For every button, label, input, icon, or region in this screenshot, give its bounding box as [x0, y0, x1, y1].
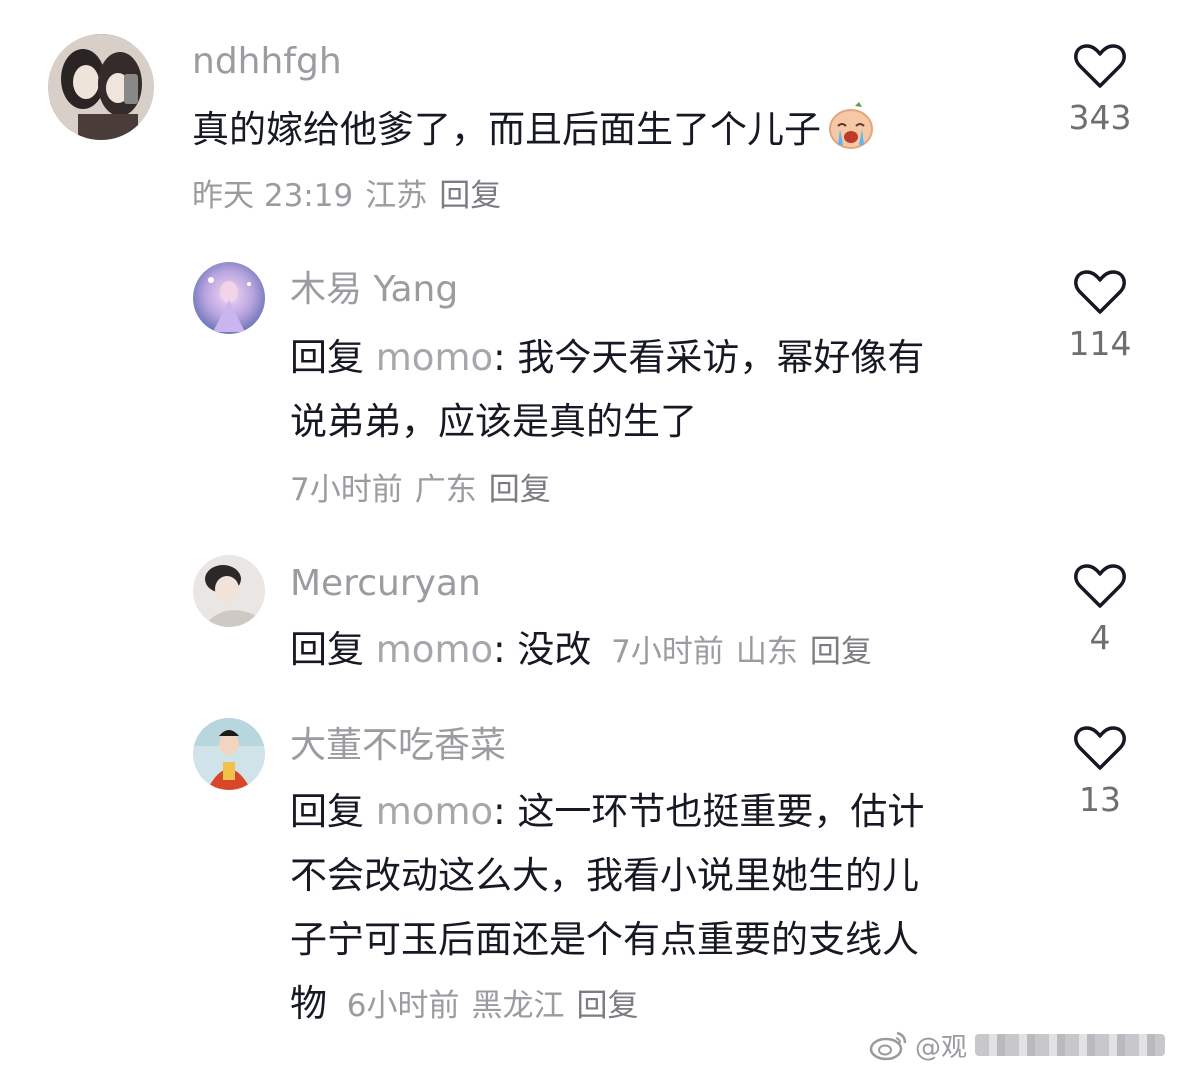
watermark-text: @观 [914, 1032, 967, 1063]
like-count: 343 [1068, 98, 1132, 137]
like-button[interactable]: 343 [1050, 42, 1150, 138]
mention-separator: : [493, 628, 518, 671]
weibo-logo-icon [869, 1031, 907, 1061]
comment-username[interactable]: Mercuryan [290, 562, 481, 606]
reply-prefix: 回复 [290, 336, 364, 379]
comment-time: 昨天 23:19 [192, 178, 354, 214]
mention-link[interactable]: momo [376, 628, 493, 671]
avatar[interactable] [48, 34, 154, 140]
comment-meta: 7小时前 广东 回复 [290, 470, 563, 510]
comment-body: 我今天看采访，幂好像有 [517, 336, 925, 379]
watermark: @观 [869, 1028, 1165, 1063]
crying-face-sticker-icon [825, 100, 877, 152]
like-count: 13 [1079, 780, 1121, 819]
like-count: 114 [1068, 324, 1132, 363]
mention-separator: : [493, 336, 518, 379]
comment-location: 江苏 [365, 178, 428, 214]
comment-location: 广东 [414, 472, 477, 508]
comment-username[interactable]: 大董不吃香菜 [290, 724, 506, 768]
avatar-photo [48, 34, 154, 140]
comment-meta: 昨天 23:19 江苏 回复 [192, 176, 513, 216]
comment-body: 真的嫁给他爹了，而且后面生了个儿子 [192, 108, 821, 151]
reply-button[interactable]: 回复 [577, 988, 639, 1024]
heart-icon [1074, 564, 1126, 608]
comment-meta: 7小时前 山东 回复 [611, 634, 884, 670]
like-count: 4 [1089, 618, 1111, 657]
avatar-photo [193, 555, 265, 627]
comment-body: 这一环节也挺重要，估计 [517, 790, 925, 833]
avatar[interactable] [193, 262, 265, 334]
like-button[interactable]: 4 [1050, 562, 1150, 658]
reply-button[interactable]: 回复 [810, 634, 872, 670]
comment-text: 回复 momo: 我今天看采访，幂好像有 说弟弟，应该是真的生了 [290, 326, 1010, 454]
comment-line: 说弟弟，应该是真的生了 [290, 400, 697, 443]
comment-text: 真的嫁给他爹了，而且后面生了个儿子 [192, 98, 1012, 162]
comment-location: 山东 [735, 634, 798, 670]
comment-location: 黑龙江 [471, 988, 565, 1024]
comment-username[interactable]: ndhhfgh [192, 40, 342, 84]
comment-line: 不会改动这么大，我看小说里她生的儿 [290, 854, 919, 897]
comment-text: 回复 momo: 这一环节也挺重要，估计 不会改动这么大，我看小说里她生的儿 子… [290, 780, 1030, 1038]
reply-prefix: 回复 [290, 628, 364, 671]
reply-prefix: 回复 [290, 790, 364, 833]
comment-meta: 6小时前 黑龙江 回复 [347, 988, 651, 1024]
comment-time: 6小时前 [346, 988, 460, 1024]
heart-icon [1074, 44, 1126, 88]
mention-link[interactable]: momo [376, 790, 493, 833]
comment-time: 7小时前 [611, 634, 724, 670]
comment-line: 回复 momo: 我今天看采访，幂好像有 [290, 326, 1010, 390]
comment-body: 没改 [517, 628, 592, 671]
watermark-blurred-name [975, 1034, 1165, 1056]
avatar-photo [193, 718, 265, 790]
comment-body: 物 [290, 982, 327, 1025]
comment-time: 7小时前 [290, 472, 403, 508]
comment-line: 回复 momo: 这一环节也挺重要，估计 [290, 780, 1030, 844]
mention-separator: : [493, 790, 518, 833]
like-button[interactable]: 114 [1050, 268, 1150, 364]
reply-button[interactable]: 回复 [489, 472, 551, 508]
reply-button[interactable]: 回复 [439, 178, 501, 214]
avatar-photo [193, 262, 265, 334]
avatar[interactable] [193, 555, 265, 627]
like-button[interactable]: 13 [1050, 724, 1150, 820]
comment-line: 子宁可玉后面还是个有点重要的支线人 [290, 918, 919, 961]
avatar[interactable] [193, 718, 265, 790]
heart-icon [1074, 726, 1126, 770]
comment-username[interactable]: 木易 Yang [290, 268, 458, 312]
mention-link[interactable]: momo [376, 336, 493, 379]
comment-text: 回复 momo: 没改 7小时前 山东 回复 [290, 618, 1010, 684]
heart-icon [1074, 270, 1126, 314]
